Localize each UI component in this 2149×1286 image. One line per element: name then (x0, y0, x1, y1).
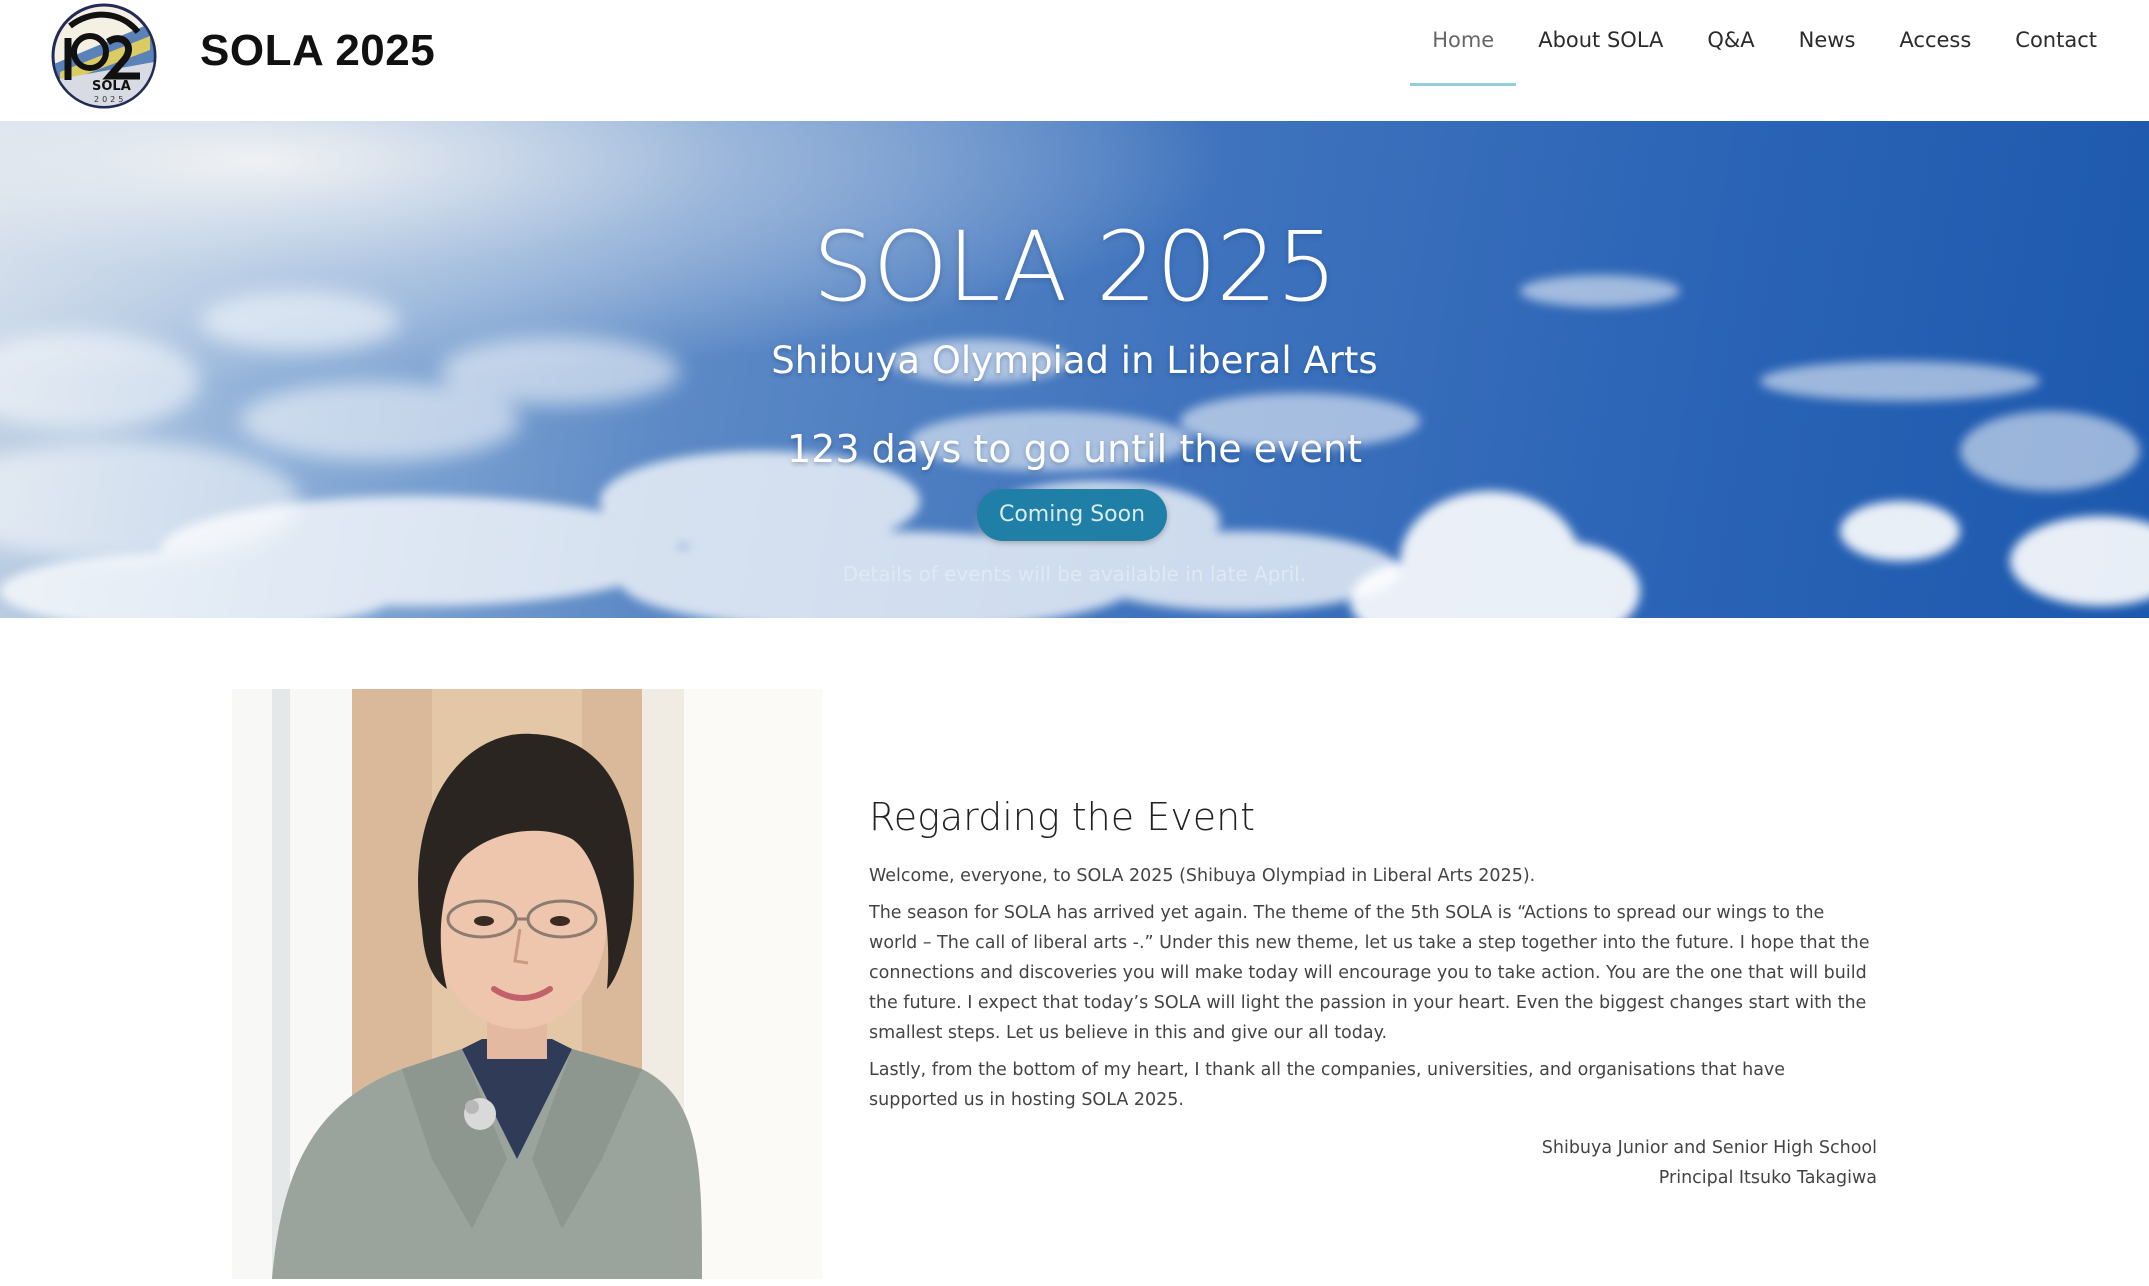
message-paragraph: Welcome, everyone, to SOLA 2025 (Shibuya… (869, 866, 1536, 886)
signature-school: Shibuya Junior and Senior High School (1541, 1138, 1877, 1158)
hero-content: SOLA 2025 Shibuya Olympiad in Liberal Ar… (0, 121, 2149, 618)
nav-item-home[interactable]: Home (1410, 0, 1517, 86)
site-title[interactable]: SOLA 2025 (200, 26, 435, 76)
section-heading: Regarding the Event (869, 795, 1256, 839)
logo-year-text: 2025 (94, 95, 126, 104)
site-header: SOLA 2025 SOLA 2025 Home About SOLA Q&A … (0, 0, 2149, 120)
hero-note: Details of events will be available in l… (842, 562, 1307, 586)
event-countdown: 123 days to go until the event (787, 427, 1362, 471)
hero-subtitle: Shibuya Olympiad in Liberal Arts (771, 339, 1378, 382)
message-paragraph: The season for SOLA has arrived yet agai… (869, 903, 1870, 1043)
principal-portrait (232, 689, 822, 1279)
signature-name: Principal Itsuko Takagiwa (1658, 1168, 1877, 1188)
logo-brand-text: SOLA (92, 79, 131, 94)
sola-logo-icon[interactable]: SOLA 2025 (50, 2, 158, 110)
signature: Shibuya Junior and Senior High School Pr… (869, 1133, 1877, 1193)
event-message: Regarding the Event Welcome, everyone, t… (869, 795, 1877, 1193)
message-paragraph: Lastly, from the bottom of my heart, I t… (869, 1060, 1786, 1110)
coming-soon-button[interactable]: Coming Soon (977, 489, 1167, 541)
hero-title: SOLA 2025 (812, 211, 1338, 323)
hero-banner: SOLA 2025 Shibuya Olympiad in Liberal Ar… (0, 121, 2149, 618)
main-nav: Home About SOLA Q&A News Access Contact (1410, 0, 2119, 86)
nav-item-news[interactable]: News (1777, 0, 1878, 86)
nav-item-contact[interactable]: Contact (1993, 0, 2119, 86)
nav-item-qa[interactable]: Q&A (1685, 0, 1776, 86)
nav-item-access[interactable]: Access (1877, 0, 1993, 86)
nav-item-about-sola[interactable]: About SOLA (1516, 0, 1685, 86)
